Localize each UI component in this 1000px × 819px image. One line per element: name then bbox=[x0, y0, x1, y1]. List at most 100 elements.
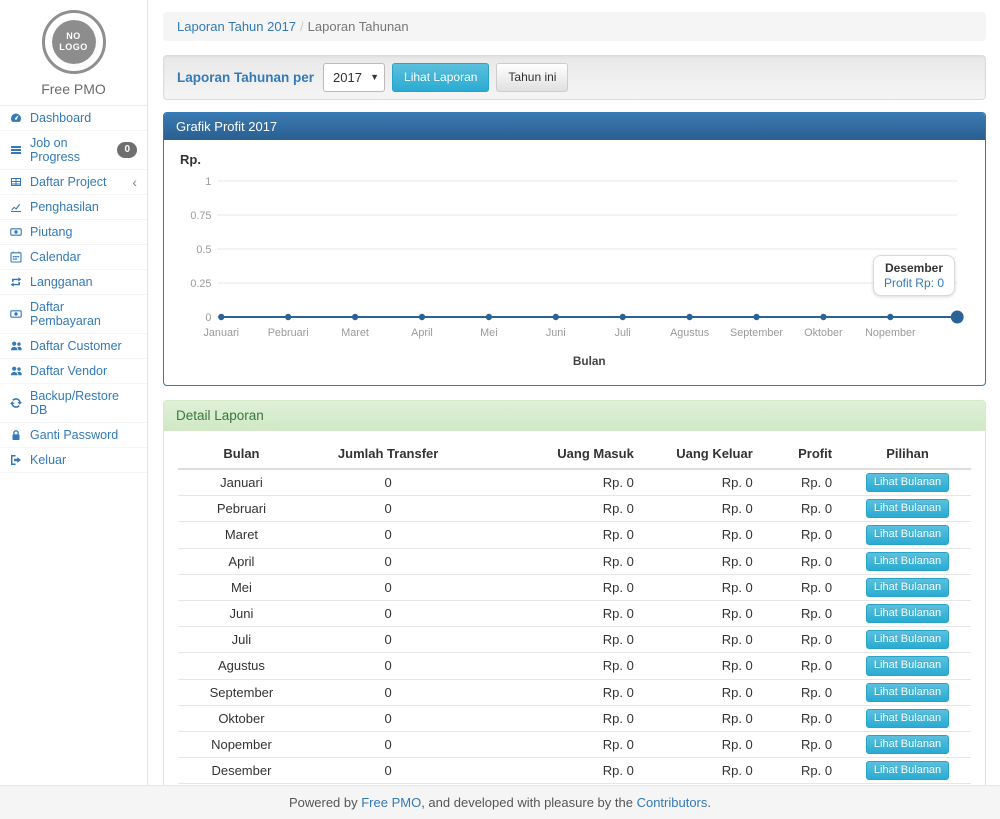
cell-bulan: Mei bbox=[178, 574, 305, 600]
money-icon bbox=[10, 308, 23, 321]
lihat-bulanan-button[interactable]: Lihat Bulanan bbox=[866, 683, 949, 702]
lihat-bulanan-button[interactable]: Lihat Bulanan bbox=[866, 604, 949, 623]
sidebar-item-daftar-pembayaran[interactable]: Daftar Pembayaran bbox=[0, 295, 147, 334]
sidebar-item-daftar-vendor[interactable]: Daftar Vendor bbox=[0, 359, 147, 384]
lihat-bulanan-button[interactable]: Lihat Bulanan bbox=[866, 525, 949, 544]
users-icon bbox=[10, 340, 23, 353]
x-tick-label: Juni bbox=[546, 327, 566, 339]
main-content: Laporan Tahun 2017/Laporan Tahunan Lapor… bbox=[149, 0, 1000, 785]
sidebar: NOLOGO Free PMO DashboardJob on Progress… bbox=[0, 0, 148, 785]
cell-bulan: September bbox=[178, 679, 305, 705]
page-footer: Powered by Free PMO, and developed with … bbox=[0, 785, 1000, 819]
tasks-icon bbox=[10, 144, 23, 157]
sidebar-item-label: Daftar Vendor bbox=[30, 364, 107, 378]
sidebar-item-keluar[interactable]: Keluar bbox=[0, 448, 147, 473]
lihat-bulanan-button[interactable]: Lihat Bulanan bbox=[866, 656, 949, 675]
data-point-januari[interactable] bbox=[218, 314, 224, 320]
year-select[interactable]: 2017 bbox=[323, 63, 385, 92]
cell-jumlah-transfer: 0 bbox=[305, 653, 472, 679]
data-point-april[interactable] bbox=[419, 314, 425, 320]
breadcrumb-link-laporan-tahun[interactable]: Laporan Tahun 2017 bbox=[177, 19, 296, 34]
sidebar-item-dashboard[interactable]: Dashboard bbox=[0, 106, 147, 131]
report-filter-bar: Laporan Tahunan per 2017 ▼ Lihat Laporan… bbox=[163, 55, 986, 100]
cell-profit: Rp. 0 bbox=[765, 469, 844, 496]
sidebar-item-backup-restore-db[interactable]: Backup/Restore DB bbox=[0, 384, 147, 423]
table-row: Oktober0Rp. 0Rp. 0Rp. 0Lihat Bulanan bbox=[178, 705, 971, 731]
filter-label: Laporan Tahunan per bbox=[177, 70, 314, 85]
cell-uang-keluar: Rp. 0 bbox=[646, 574, 765, 600]
x-tick-label: Nopember bbox=[865, 327, 916, 339]
sidebar-item-job-on-progress[interactable]: Job on Progress0 bbox=[0, 131, 147, 170]
x-tick-label: April bbox=[411, 327, 433, 339]
cell-uang-keluar: Rp. 0 bbox=[646, 758, 765, 784]
cell-uang-masuk: Rp. 0 bbox=[471, 600, 645, 626]
sidebar-item-penghasilan[interactable]: Penghasilan bbox=[0, 195, 147, 220]
column-header-uang-keluar: Uang Keluar bbox=[646, 439, 765, 469]
data-point-september[interactable] bbox=[753, 314, 759, 320]
column-header-bulan: Bulan bbox=[178, 439, 305, 469]
sidebar-item-piutang[interactable]: Piutang bbox=[0, 220, 147, 245]
cell-jumlah-transfer: 0 bbox=[305, 758, 472, 784]
lihat-bulanan-button[interactable]: Lihat Bulanan bbox=[866, 630, 949, 649]
lihat-bulanan-button[interactable]: Lihat Bulanan bbox=[866, 735, 949, 754]
chart-panel-body: Rp. 00.250.50.751JanuariPebruariMaretApr… bbox=[164, 140, 985, 385]
cell-pilihan: Lihat Bulanan bbox=[844, 574, 971, 600]
lihat-bulanan-button[interactable]: Lihat Bulanan bbox=[866, 552, 949, 571]
footer-text-middle: , and developed with pleasure by the bbox=[421, 795, 636, 810]
lihat-bulanan-button[interactable]: Lihat Bulanan bbox=[866, 709, 949, 728]
chart-canvas[interactable]: 00.250.50.751JanuariPebruariMaretAprilMe… bbox=[176, 167, 973, 379]
data-point-mei[interactable] bbox=[486, 314, 492, 320]
table-icon bbox=[10, 176, 23, 189]
sidebar-item-langganan[interactable]: Langganan bbox=[0, 270, 147, 295]
no-logo-inner: NOLOGO bbox=[49, 17, 99, 67]
logo-area: NOLOGO Free PMO bbox=[0, 0, 147, 105]
cell-jumlah-transfer: 0 bbox=[305, 679, 472, 705]
cell-uang-masuk: Rp. 0 bbox=[471, 731, 645, 757]
footer-contributors-link[interactable]: Contributors bbox=[637, 795, 708, 810]
chart-tooltip: Desember Profit Rp: 0 bbox=[873, 255, 955, 296]
table-row: Maret0Rp. 0Rp. 0Rp. 0Lihat Bulanan bbox=[178, 522, 971, 548]
lihat-laporan-button[interactable]: Lihat Laporan bbox=[392, 63, 489, 91]
tahun-ini-button[interactable]: Tahun ini bbox=[496, 63, 568, 91]
count-badge: 0 bbox=[117, 142, 137, 158]
cell-jumlah-transfer: 0 bbox=[305, 627, 472, 653]
lock-icon bbox=[10, 429, 23, 442]
table-header-row: BulanJumlah TransferUang MasukUang Kelua… bbox=[178, 439, 971, 469]
sidebar-item-calendar[interactable]: Calendar bbox=[0, 245, 147, 270]
profit-line-chart[interactable]: 00.250.50.751JanuariPebruariMaretAprilMe… bbox=[176, 167, 973, 379]
lihat-bulanan-button[interactable]: Lihat Bulanan bbox=[866, 578, 949, 597]
retweet-icon bbox=[10, 276, 23, 289]
column-header-uang-masuk: Uang Masuk bbox=[471, 439, 645, 469]
data-point-maret[interactable] bbox=[352, 314, 358, 320]
data-point-juli[interactable] bbox=[620, 314, 626, 320]
data-point-desember[interactable] bbox=[951, 311, 964, 324]
sidebar-item-daftar-project[interactable]: Daftar Project ‹ bbox=[0, 170, 147, 195]
y-tick-label: 0.75 bbox=[190, 210, 211, 222]
lihat-bulanan-button[interactable]: Lihat Bulanan bbox=[866, 473, 949, 492]
data-point-pebruari[interactable] bbox=[285, 314, 291, 320]
cell-uang-masuk: Rp. 0 bbox=[471, 522, 645, 548]
table-row: Desember0Rp. 0Rp. 0Rp. 0Lihat Bulanan bbox=[178, 758, 971, 784]
data-point-juni[interactable] bbox=[553, 314, 559, 320]
footer-text-suffix: . bbox=[707, 795, 711, 810]
chevron-left-icon: ‹ bbox=[132, 177, 137, 187]
lihat-bulanan-button[interactable]: Lihat Bulanan bbox=[866, 499, 949, 518]
sidebar-item-ganti-password[interactable]: Ganti Password bbox=[0, 423, 147, 448]
data-point-oktober[interactable] bbox=[820, 314, 826, 320]
data-point-nopember[interactable] bbox=[887, 314, 893, 320]
footer-freepmo-link[interactable]: Free PMO bbox=[361, 795, 421, 810]
y-tick-label: 0 bbox=[205, 312, 211, 324]
data-point-agustus[interactable] bbox=[686, 314, 692, 320]
sidebar-item-daftar-customer[interactable]: Daftar Customer bbox=[0, 334, 147, 359]
cell-uang-keluar: Rp. 0 bbox=[646, 653, 765, 679]
sidebar-menu: DashboardJob on Progress0 Daftar Project ‹… bbox=[0, 105, 147, 473]
sidebar-item-label: Penghasilan bbox=[30, 200, 99, 214]
sidebar-item-label: Daftar Project bbox=[30, 175, 106, 189]
x-tick-label: Maret bbox=[341, 327, 369, 339]
cell-profit: Rp. 0 bbox=[765, 705, 844, 731]
lihat-bulanan-button[interactable]: Lihat Bulanan bbox=[866, 761, 949, 780]
cell-uang-keluar: Rp. 0 bbox=[646, 496, 765, 522]
cell-jumlah-transfer: 0 bbox=[305, 469, 472, 496]
brand-name: Free PMO bbox=[0, 81, 147, 97]
chart-line-icon bbox=[10, 201, 23, 214]
